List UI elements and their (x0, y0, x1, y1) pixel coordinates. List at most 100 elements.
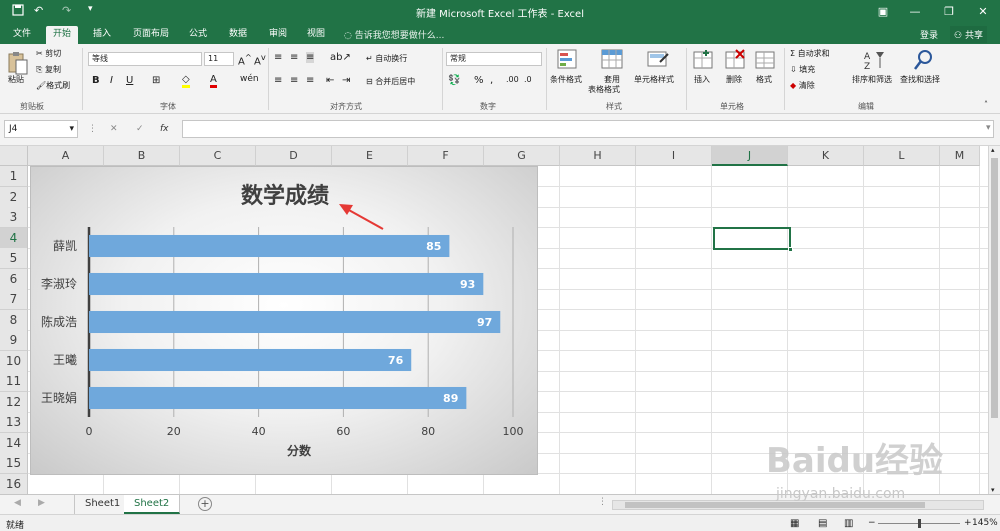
currency-icon[interactable]: 💱 (448, 75, 460, 86)
tab-view[interactable]: 视图 (300, 26, 332, 44)
grow-font-icon[interactable]: A^ (238, 52, 252, 67)
percent-icon[interactable]: % (474, 75, 484, 86)
chart-bar[interactable] (89, 348, 412, 372)
chart-bar[interactable] (89, 310, 501, 334)
row-header-13[interactable]: 13 (0, 412, 28, 433)
enter-icon[interactable]: ✓ (136, 124, 144, 134)
tab-formulas[interactable]: 公式 (182, 26, 214, 44)
cell-styles-label[interactable]: 单元格样式 (634, 74, 674, 85)
chart-bar[interactable] (89, 234, 450, 258)
row-header-7[interactable]: 7 (0, 289, 28, 310)
delete-cells-icon[interactable] (724, 48, 748, 72)
column-header-L[interactable]: L (864, 146, 940, 166)
tab-file[interactable]: 文件 (6, 26, 38, 44)
prev-sheet-icon[interactable]: ◀ (14, 498, 21, 508)
formula-input[interactable] (182, 120, 994, 138)
row-header-11[interactable]: 11 (0, 371, 28, 392)
scroll-down-icon[interactable]: ▾ (991, 486, 995, 494)
bold-button[interactable]: B (92, 75, 100, 86)
align-middle-icon[interactable]: ≡ (290, 52, 298, 63)
zoom-slider[interactable] (878, 519, 960, 528)
align-bottom-icon[interactable]: ≡ (306, 52, 315, 63)
decrease-indent-icon[interactable]: ⇤ (326, 75, 334, 86)
row-header-8[interactable]: 8 (0, 309, 28, 331)
align-right-icon[interactable]: ≡ (306, 75, 314, 86)
close-icon[interactable]: ✕ (972, 3, 994, 21)
restore-icon[interactable]: ❐ (938, 3, 960, 21)
format-cells-icon[interactable] (754, 48, 778, 72)
name-box[interactable]: J4 ▾ (4, 120, 78, 138)
expand-formula-icon[interactable]: ▾ (986, 123, 991, 133)
delete-cells-label[interactable]: 删除 (726, 74, 742, 85)
insert-cells-icon[interactable] (692, 48, 716, 72)
column-header-I[interactable]: I (636, 146, 712, 166)
column-header-H[interactable]: H (560, 146, 636, 166)
format-cells-label[interactable]: 格式 (756, 74, 772, 85)
chart-bar[interactable] (89, 272, 484, 296)
row-header-12[interactable]: 12 (0, 391, 28, 413)
row-header-16[interactable]: 16 (0, 473, 28, 494)
split-handle-icon[interactable]: ⋮ (598, 497, 607, 507)
column-header-J[interactable]: J (712, 146, 788, 166)
scroll-up-icon[interactable]: ▴ (991, 146, 995, 154)
tab-insert[interactable]: 插入 (86, 26, 118, 44)
row-header-3[interactable]: 3 (0, 207, 28, 228)
select-all-corner[interactable] (0, 146, 28, 166)
clear-button[interactable]: ◆ 清除 (790, 80, 815, 91)
collapse-ribbon-icon[interactable]: ˄ (984, 100, 988, 109)
minimize-icon[interactable]: — (904, 3, 926, 21)
tab-data[interactable]: 数据 (222, 26, 254, 44)
fill-color-icon[interactable]: ◇ (182, 74, 190, 88)
sort-filter-icon[interactable]: AZ (862, 48, 886, 72)
row-header-14[interactable]: 14 (0, 432, 28, 454)
tab-home[interactable]: 开始 (46, 26, 79, 44)
sheet-tab-2[interactable]: Sheet2 (124, 495, 181, 514)
increase-indent-icon[interactable]: ⇥ (342, 75, 350, 86)
column-header-B[interactable]: B (104, 146, 180, 166)
ribbon-display-icon[interactable]: ▣ (872, 3, 894, 21)
find-select-label[interactable]: 查找和选择 (900, 74, 940, 85)
font-name-select[interactable]: 等线 (88, 52, 202, 66)
tab-review[interactable]: 审阅 (262, 26, 294, 44)
phonetic-icon[interactable]: wén (240, 74, 259, 84)
column-header-K[interactable]: K (788, 146, 864, 166)
merge-center-button[interactable]: ⊟ 合并后居中 (366, 76, 415, 87)
format-painter-button[interactable]: 🖌格式刷 (36, 80, 70, 91)
orientation-icon[interactable]: ab↗ (330, 52, 351, 63)
column-header-C[interactable]: C (180, 146, 256, 166)
row-header-6[interactable]: 6 (0, 268, 28, 290)
paste-label[interactable]: 粘贴 (8, 74, 24, 85)
column-header-M[interactable]: M (940, 146, 980, 166)
column-header-E[interactable]: E (332, 146, 408, 166)
font-size-select[interactable]: 11 (204, 52, 234, 66)
copy-button[interactable]: ⎘ 复制 (36, 64, 61, 75)
active-cell-J4[interactable] (713, 227, 793, 252)
chart-x-axis-title[interactable]: 分数 (287, 443, 312, 458)
next-sheet-icon[interactable]: ▶ (38, 498, 45, 508)
align-top-icon[interactable]: ≡ (274, 52, 282, 63)
row-header-5[interactable]: 5 (0, 248, 28, 269)
column-header-A[interactable]: A (28, 146, 104, 166)
vertical-scroll-thumb[interactable] (991, 158, 998, 418)
fill-handle[interactable] (788, 247, 793, 252)
align-left-icon[interactable]: ≡ (274, 75, 282, 86)
italic-button[interactable]: I (110, 75, 113, 86)
autosum-button[interactable]: Σ 自动求和 (790, 48, 830, 59)
row-header-15[interactable]: 15 (0, 453, 28, 474)
cut-button[interactable]: ✂ 剪切 (36, 48, 61, 59)
column-header-F[interactable]: F (408, 146, 484, 166)
underline-button[interactable]: U (126, 75, 133, 86)
row-header-2[interactable]: 2 (0, 186, 28, 208)
sheet-tab-1[interactable]: Sheet1 (74, 495, 132, 514)
insert-function-icon[interactable]: fx (160, 124, 169, 134)
zoom-slider-thumb[interactable] (918, 519, 921, 528)
cell-styles-icon[interactable] (646, 48, 670, 72)
row-header-10[interactable]: 10 (0, 350, 28, 372)
font-color-icon[interactable]: A (210, 74, 217, 88)
wrap-text-button[interactable]: ↵ 自动换行 (366, 53, 407, 64)
column-header-D[interactable]: D (256, 146, 332, 166)
vertical-scrollbar[interactable]: ▴ ▾ (988, 146, 1000, 494)
tell-me-box[interactable]: ◌ 告诉我您想要做什么... (344, 28, 444, 41)
bar-chart[interactable]: 数学成绩 85 93 97 76 89 薛凯 李淑玲 陈成浩 王曦 王晓娟 0 20 40 60 80 1… (30, 166, 538, 475)
number-format-select[interactable]: 常规 (446, 52, 542, 66)
